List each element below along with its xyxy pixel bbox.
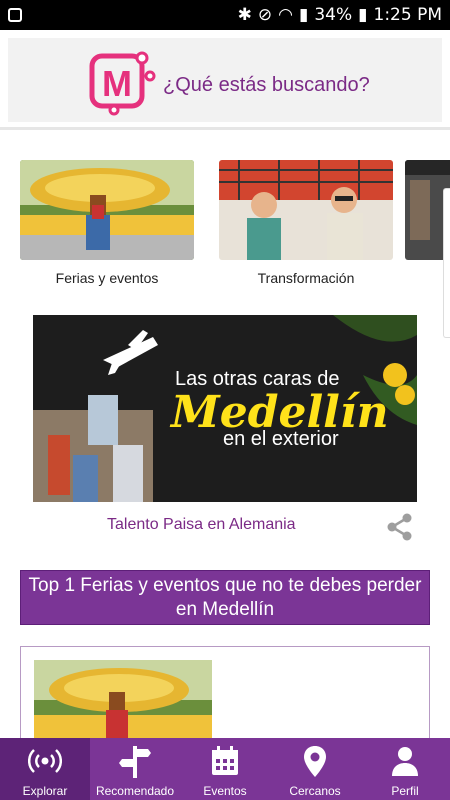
status-right: ✱ ⊘ ◠ ▮ 34% ▮ 1:25 PM (238, 5, 442, 25)
app-header: M ¿Qué estás buscando? (0, 30, 450, 130)
featured-banner[interactable]: Las otras caras de Medellín en el exteri… (33, 315, 417, 502)
signal-icon: ▮ (298, 5, 309, 25)
nav-label: Eventos (203, 784, 247, 798)
category-image-ferias (20, 160, 194, 260)
nav-cercanos[interactable]: Cercanos (270, 738, 360, 800)
nav-recomendado[interactable]: Recomendado (90, 738, 180, 800)
bottom-navigation: Explorar Recomendado Eventos Cercanos Pe… (0, 738, 450, 800)
location-pin-icon (304, 746, 326, 777)
battery-percent: 34% (314, 5, 353, 25)
featured-caption-row: Talento Paisa en Alemania (33, 513, 417, 541)
nav-label: Recomendado (95, 784, 175, 798)
app-logo: M (89, 51, 156, 116)
nav-label: Perfil (391, 784, 419, 798)
scroll-handle[interactable] (443, 188, 450, 338)
calendar-icon (212, 746, 238, 775)
status-bar: ✱ ⊘ ◠ ▮ 34% ▮ 1:25 PM (0, 0, 450, 30)
nav-label: Explorar (22, 784, 68, 798)
featured-caption[interactable]: Talento Paisa en Alemania (107, 516, 296, 534)
category-carousel[interactable]: Ferias y eventos Transformación (20, 160, 450, 300)
nav-perfil[interactable]: Perfil (360, 738, 450, 800)
nav-label: Cercanos (289, 784, 341, 798)
event-card[interactable] (20, 646, 430, 746)
wifi-icon: ◠ (278, 5, 293, 25)
category-card-transformacion[interactable]: Transformación (219, 160, 393, 286)
banner-line-3: en el exterior (223, 428, 339, 450)
category-image-transformacion (219, 160, 393, 260)
category-label: Transformación (257, 270, 355, 286)
share-icon[interactable] (385, 512, 415, 542)
search-placeholder: ¿Qué estás buscando? (163, 74, 370, 96)
person-icon (392, 747, 418, 776)
category-label: Ferias y eventos (55, 270, 159, 286)
search-bar[interactable]: M ¿Qué estás buscando? (8, 38, 442, 122)
status-left (8, 8, 22, 22)
section-title: Top 1 Ferias y eventos que no te debes p… (20, 570, 430, 625)
broadcast-icon (28, 749, 62, 773)
svg-text:M: M (102, 63, 132, 104)
nav-explorar[interactable]: Explorar (0, 738, 90, 800)
mute-icon: ⊘ (257, 5, 273, 25)
signpost-icon (119, 746, 151, 778)
shield-icon (8, 8, 22, 22)
category-card-ferias[interactable]: Ferias y eventos (20, 160, 194, 286)
battery-icon: ▮ (358, 5, 368, 25)
clock: 1:25 PM (373, 5, 443, 25)
event-card-image (34, 660, 212, 746)
bluetooth-icon: ✱ (237, 5, 252, 25)
nav-eventos[interactable]: Eventos (180, 738, 270, 800)
